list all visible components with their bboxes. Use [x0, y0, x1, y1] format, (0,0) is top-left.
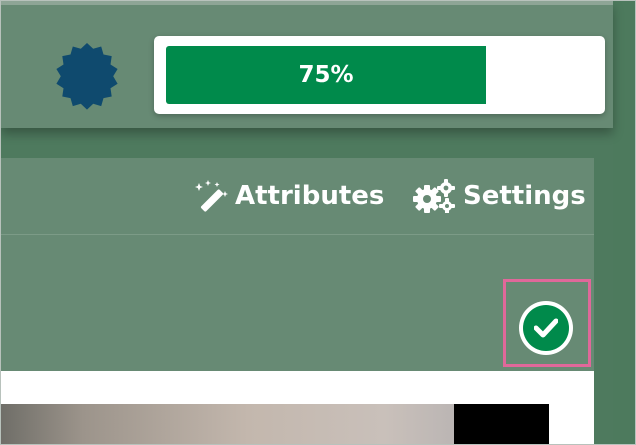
progress-label: 75% [298, 62, 354, 88]
badge-icon [56, 43, 118, 110]
right-edge-strip [613, 1, 635, 444]
tab-settings[interactable]: Settings [413, 158, 586, 234]
photo-image [1, 404, 549, 444]
photo-dark-region [454, 404, 549, 444]
app-frame: 75% Attributes Settings [0, 0, 636, 445]
tab-bar: Attributes Settings [1, 158, 594, 235]
header-top-strip [1, 1, 613, 5]
magic-wand-icon [195, 180, 228, 212]
gears-icon [413, 179, 455, 213]
check-icon [534, 318, 558, 338]
progress-card: 75% [154, 36, 605, 114]
progress-bar: 75% [166, 46, 592, 104]
content-area-right [549, 404, 594, 444]
check-circle-icon [523, 305, 569, 351]
tab-settings-label: Settings [463, 181, 586, 211]
tab-attributes-label: Attributes [235, 181, 385, 211]
tab-attributes[interactable]: Attributes [195, 158, 384, 234]
header-bar: 75% [1, 1, 613, 128]
content-panel: Attributes Settings [1, 158, 594, 444]
confirm-button[interactable] [519, 301, 573, 355]
